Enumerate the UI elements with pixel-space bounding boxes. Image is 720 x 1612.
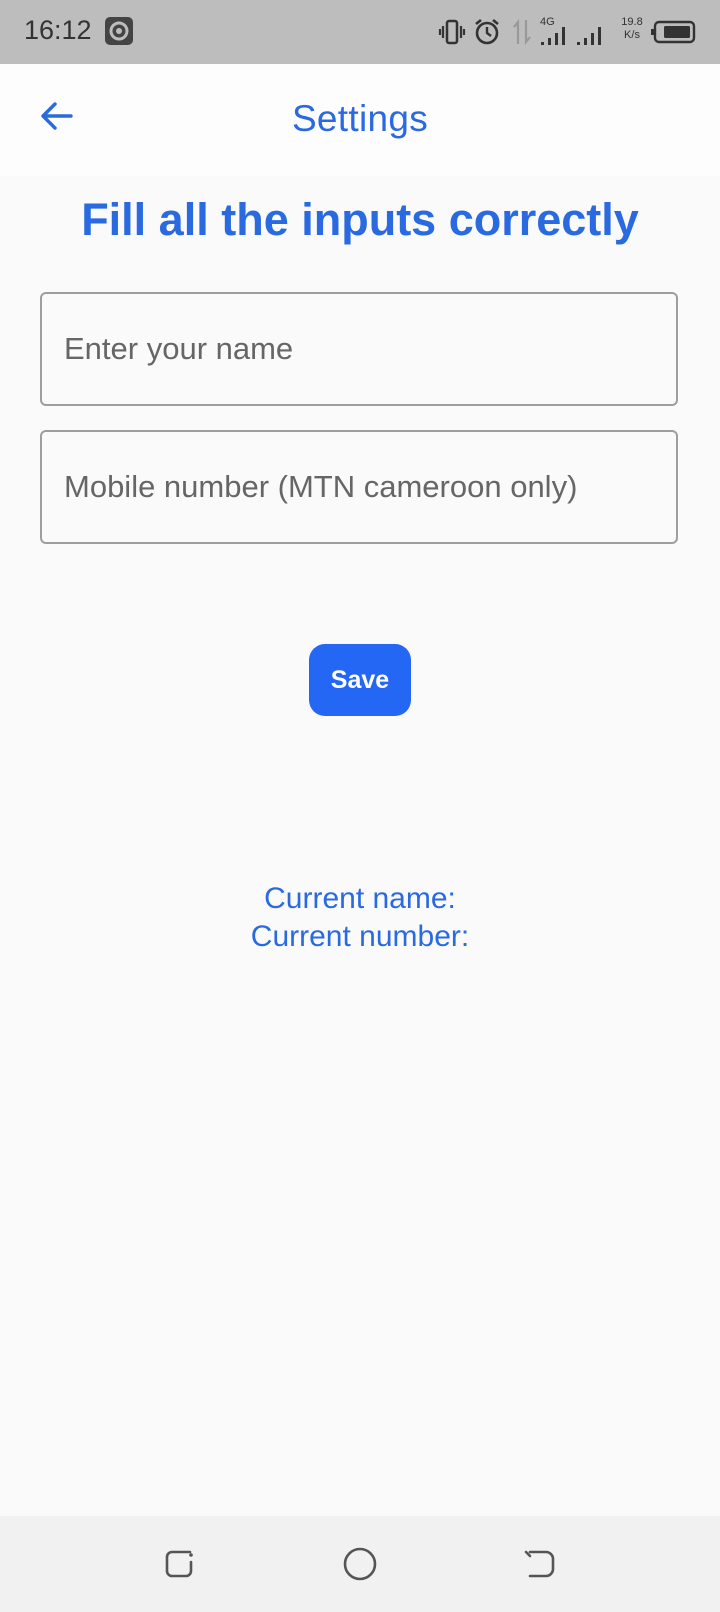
network-speed: 19.8 K/s <box>614 16 650 42</box>
back-icon[interactable] <box>520 1544 560 1584</box>
home-icon[interactable] <box>340 1544 380 1584</box>
data-arrows-icon <box>512 18 532 51</box>
page-title: Settings <box>291 98 429 139</box>
status-time: 16:12 <box>24 15 92 45</box>
signal-icon <box>540 26 570 51</box>
vibrate-icon <box>438 18 466 51</box>
battery-icon <box>650 20 696 49</box>
save-button[interactable]: Save <box>309 644 411 716</box>
signal-icon <box>576 26 606 51</box>
navigation-bar <box>0 1516 720 1612</box>
form-heading: Fill all the inputs correctly <box>81 194 639 245</box>
recent-apps-icon[interactable] <box>160 1544 200 1584</box>
current-number-label: Current number: <box>250 920 470 953</box>
app-bar: Settings <box>0 64 720 176</box>
alarm-icon <box>472 17 502 52</box>
current-name-label: Current name: <box>264 882 456 915</box>
screenshot-icon <box>104 16 134 51</box>
speed-unit: K/s <box>624 29 640 41</box>
status-bar: 16:12 4G 19.8 K/s <box>0 0 720 64</box>
name-input[interactable] <box>64 294 654 404</box>
mobile-number-input[interactable] <box>64 432 654 542</box>
speed-value: 19.8 <box>621 16 643 28</box>
name-field[interactable] <box>40 292 678 406</box>
mobile-number-field[interactable] <box>40 430 678 544</box>
